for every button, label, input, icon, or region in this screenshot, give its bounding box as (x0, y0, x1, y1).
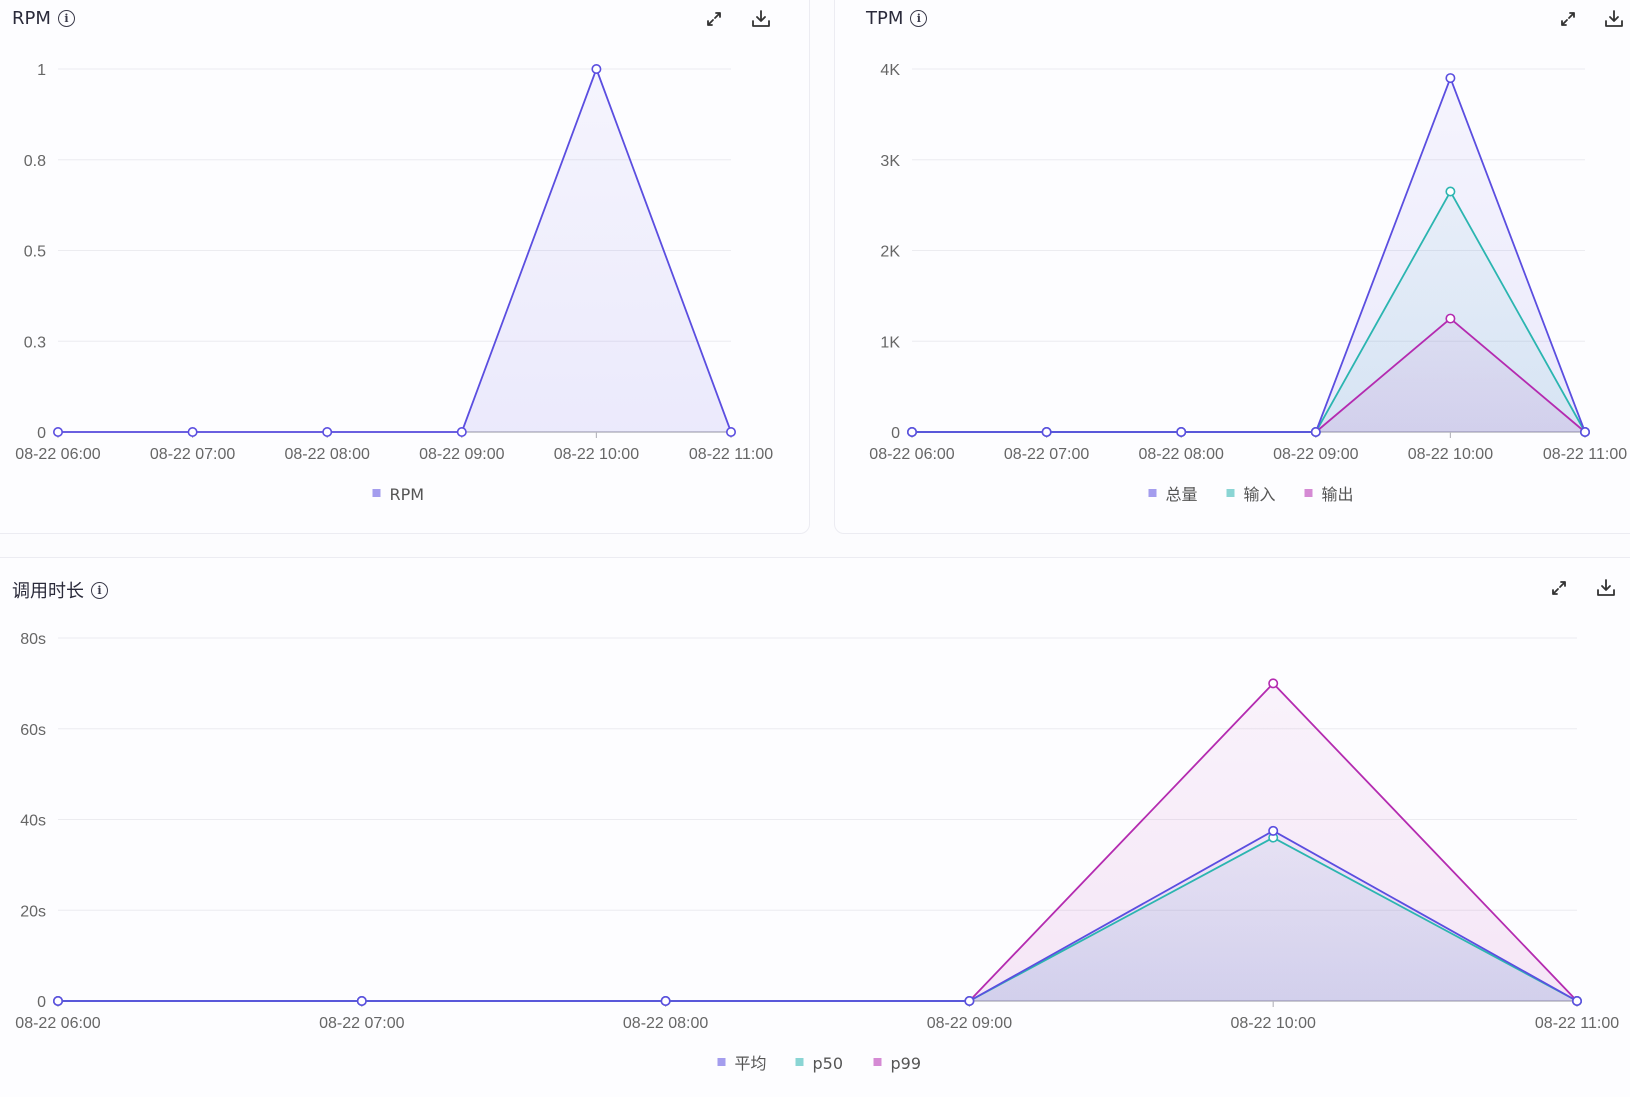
tpm-data-point (906, 426, 917, 437)
tpm-x-tick-label: 08-22 09:00 (1273, 446, 1359, 463)
tpm-x-tick-label: 08-22 07:00 (1004, 446, 1090, 463)
charts-canvas: 0 0.3 0.5 0.8 1 08-22 06:00 08-22 07:00 08-22 0… (15, 62, 1627, 1073)
duration-data-point (660, 995, 671, 1006)
tpm-chart: 0 1K 2K 3K 4K 08-22 06:00 08-22 07:00 08-22 08:… (869, 62, 1627, 504)
duration-legend-label: p99 (891, 1054, 922, 1073)
duration-x-tick-label: 08-22 06:00 (15, 1015, 101, 1032)
tpm-legend-swatch (1148, 489, 1157, 497)
duration-data-point (1268, 825, 1279, 836)
duration-data-point (52, 995, 63, 1006)
tpm-legend-label: 输入 (1244, 485, 1276, 504)
rpm-x-tick-label: 08-22 09:00 (419, 446, 505, 463)
duration-y-tick-label: 20s (20, 903, 46, 920)
tpm-x-tick-label: 08-22 08:00 (1138, 446, 1224, 463)
tpm-legend-label: 总量 (1166, 485, 1198, 504)
tpm-legend-label: 输出 (1322, 485, 1354, 504)
tpm-x-tick-label: 08-22 11:00 (1543, 446, 1627, 463)
rpm-y-tick-label: 0.8 (24, 153, 46, 170)
tpm-data-point (1176, 426, 1187, 437)
rpm-y-tick-label: 0.5 (24, 244, 46, 261)
tpm-legend-swatch (1304, 489, 1313, 497)
duration-legend-label: 平均 (735, 1054, 767, 1073)
rpm-x-tick-label: 08-22 07:00 (150, 446, 236, 463)
duration-legend-swatch (795, 1058, 804, 1066)
tpm-x-tick-label: 08-22 10:00 (1408, 446, 1494, 463)
tpm-data-point (1445, 313, 1456, 324)
rpm-x-tick-label: 08-22 10:00 (554, 446, 640, 463)
rpm-x-tick-label: 08-22 11:00 (689, 446, 773, 463)
duration-area-p99 (58, 683, 1577, 1001)
rpm-legend-swatch (372, 489, 381, 497)
tpm-data-point (1580, 426, 1591, 437)
tpm-legend-swatch (1226, 489, 1235, 497)
tpm-y-tick-label: 1K (880, 334, 900, 351)
duration-x-tick-label: 08-22 10:00 (1230, 1015, 1316, 1032)
rpm-y-tick-label: 0.3 (24, 334, 46, 351)
tpm-data-point (1445, 186, 1456, 197)
rpm-data-point (187, 426, 198, 437)
rpm-chart: 0 0.3 0.5 0.8 1 08-22 06:00 08-22 07:00 08-22 0… (15, 62, 773, 504)
duration-y-tick-label: 60s (20, 722, 46, 739)
duration-y-tick-label: 0 (37, 994, 46, 1011)
duration-y-tick-label: 40s (20, 813, 46, 830)
duration-data-point (1572, 995, 1583, 1006)
rpm-data-point (52, 426, 63, 437)
rpm-x-tick-label: 08-22 08:00 (284, 446, 370, 463)
rpm-data-point (591, 64, 602, 75)
duration-legend-swatch (717, 1058, 726, 1066)
rpm-data-point (456, 426, 467, 437)
tpm-y-tick-label: 4K (880, 62, 900, 79)
duration-y-tick-label: 80s (20, 631, 46, 648)
duration-legend-swatch (873, 1058, 882, 1066)
tpm-data-point (1310, 426, 1321, 437)
duration-data-point (1268, 678, 1279, 689)
rpm-x-tick-label: 08-22 06:00 (15, 446, 101, 463)
duration-x-tick-label: 08-22 11:00 (1535, 1015, 1619, 1032)
tpm-x-tick-label: 08-22 06:00 (869, 446, 955, 463)
tpm-y-tick-label: 3K (880, 153, 900, 170)
duration-chart: 0 20s 40s 60s 80s 08-22 06:00 08-22 07:00 08-22… (15, 631, 1619, 1073)
duration-x-tick-label: 08-22 07:00 (319, 1015, 405, 1032)
rpm-y-tick-label: 0 (37, 425, 46, 442)
duration-x-tick-label: 08-22 09:00 (927, 1015, 1013, 1032)
tpm-data-point (1041, 426, 1052, 437)
duration-data-point (356, 995, 367, 1006)
tpm-y-tick-label: 0 (891, 425, 900, 442)
tpm-y-tick-label: 2K (880, 244, 900, 261)
tpm-data-point (1445, 73, 1456, 84)
rpm-data-point (322, 426, 333, 437)
duration-data-point (964, 995, 975, 1006)
rpm-data-point (725, 426, 736, 437)
duration-legend-label: p50 (813, 1054, 844, 1073)
duration-x-tick-label: 08-22 08:00 (623, 1015, 709, 1032)
rpm-y-tick-label: 1 (37, 62, 46, 79)
rpm-legend-label: RPM (390, 485, 425, 504)
